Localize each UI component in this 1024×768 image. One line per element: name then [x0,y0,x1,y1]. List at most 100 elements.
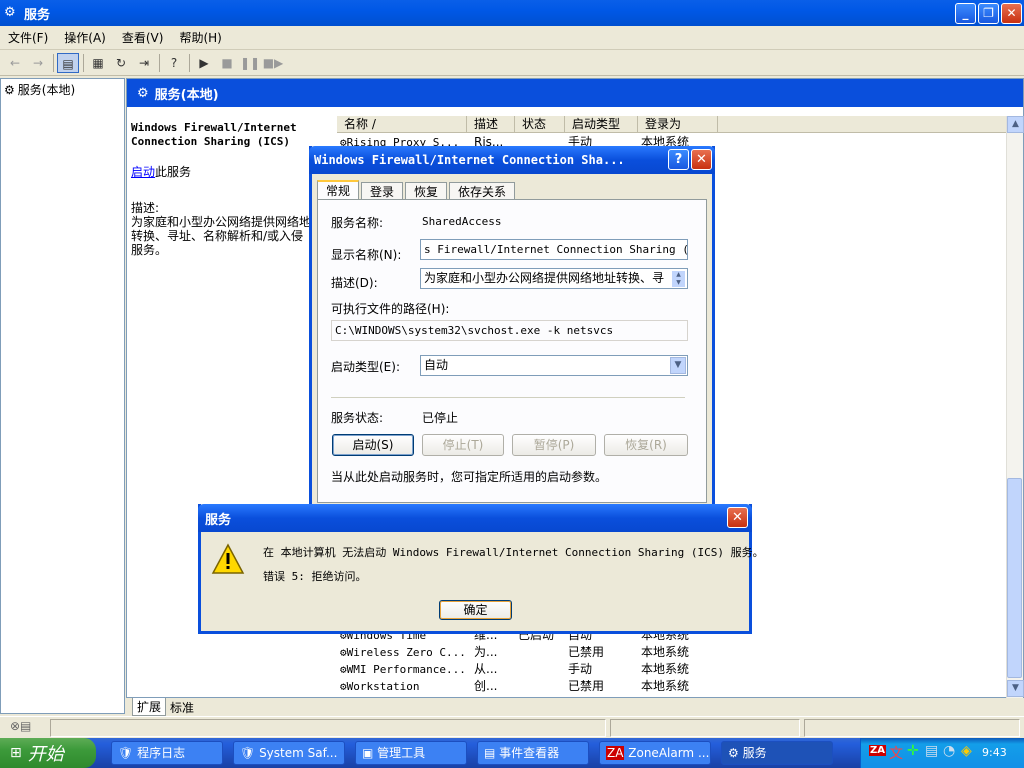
column-description[interactable]: 描述 [467,116,515,133]
console-tree-icon[interactable]: ▤ [57,52,79,73]
restore-button[interactable]: ❐ [978,3,999,24]
task-label: System Saf... [259,746,338,760]
export-icon[interactable]: ⇥ [133,53,155,73]
start-service-suffix: 此服务 [155,165,192,179]
path-field: C:\WINDOWS\system32\svchost.exe -k netsv… [331,320,688,341]
start-button[interactable]: ⊞ 开始 [0,738,96,768]
back-icon[interactable]: ← [4,53,26,73]
properties-titlebar[interactable]: Windows Firewall/Internet Connection Sha… [309,146,715,174]
properties-icon[interactable]: ▦ [87,53,109,73]
pane-header: ⚙ 服务(本地) [127,79,1023,107]
properties-tabs: 常规 登录 恢复 依存关系 [317,180,517,201]
forward-icon[interactable]: → [27,53,49,73]
restart-icon[interactable]: ■▶ [262,53,284,73]
table-row[interactable]: ⚙Wireless Zero C... 为... 已禁用 本地系统 [340,644,721,661]
status-cell [50,719,606,737]
ime-icon[interactable]: 文 [889,743,903,763]
column-logon[interactable]: 登录为 [638,116,718,133]
tab-extended[interactable]: 扩展 [132,698,167,716]
detail-title-line1: Windows Firewall/Internet [131,121,297,134]
row-desc: 为... [474,645,498,659]
menu-help[interactable]: 帮助(H) [171,29,229,46]
row-logon: 本地系统 [641,645,690,659]
startup-type-value: 自动 [424,358,449,372]
stop-button[interactable]: 停止(T) [422,434,504,456]
pane-header-title: 服务(本地) [154,87,219,103]
task-event-viewer[interactable]: ▤ 事件查看器 [477,741,589,765]
scroll-up-icon[interactable]: ▲ [1007,116,1024,133]
error-title: 服务 [205,512,232,528]
scroll-thumb[interactable] [1007,478,1022,678]
table-row[interactable]: ⚙Workstation 创... 已禁用 本地系统 [340,678,721,695]
error-line1: 在 本地计算机 无法启动 Windows Firewall/Internet C… [263,546,764,559]
refresh-icon[interactable]: ↻ [110,53,132,73]
startup-type-select[interactable]: 自动 [420,355,688,376]
tab-general[interactable]: 常规 [317,180,360,201]
chevron-down-icon[interactable]: ▼ [670,357,686,374]
service-status-label: 服务状态: [331,411,384,425]
list-header: 名称 / 描述 状态 启动类型 登录为 [337,116,1007,133]
gears-icon: ⚙Wireless Zero C... [340,646,466,659]
start-hint: 当从此处启动服务时，您可指定所适用的启动参数。 [331,470,608,484]
tab-standard[interactable]: 标准 [166,699,198,716]
scroll-down-icon[interactable]: ▼ [1007,680,1024,697]
detail-title-line2: Connection Sharing (ICS) [131,135,290,148]
column-status[interactable]: 状态 [515,116,565,133]
task-icon: 🛡 [118,746,138,760]
row-startup: 已禁用 [568,679,605,693]
zonealarm-icon[interactable]: ZA [869,745,886,756]
display-name-label: 显示名称(N): [331,248,402,262]
menu-action[interactable]: 操作(A) [56,29,114,46]
help-icon[interactable]: ? [163,53,185,73]
task-zonealarm[interactable]: ZA ZoneAlarm ... [599,741,711,765]
tree-item-services-local[interactable]: ⚙ 服务(本地) [4,81,75,98]
task-services[interactable]: ⚙ 服务 [721,741,833,765]
main-titlebar[interactable]: ⚙ 服务 [0,0,1024,26]
antivirus-icon[interactable]: ◈ [961,743,972,759]
start-button[interactable]: 启动(S) [332,434,414,456]
divider [331,397,685,398]
task-program-log[interactable]: 🛡 程序日志 [111,741,223,765]
startup-type-label: 启动类型(E): [331,360,400,374]
statusbar: ⊗▤ [0,716,1024,738]
table-row[interactable]: ⚙WMI Performance... 从... 手动 本地系统 [340,661,721,678]
ok-button[interactable]: 确定 [439,600,512,620]
toolbar: ← → ▤ ▦ ↻ ⇥ ? ▶ ■ ❚❚ ■▶ [0,50,1024,76]
close-icon[interactable]: ✕ [691,149,712,170]
resume-button[interactable]: 恢复(R) [604,434,688,456]
stop-icon[interactable]: ■ [216,53,238,73]
row-status [518,678,568,695]
security-icon[interactable]: ◔ [943,743,955,759]
pause-icon[interactable]: ❚❚ [239,53,261,73]
start-service-link[interactable]: 启动 [131,165,155,179]
help-icon[interactable]: ? [668,149,689,170]
task-icon: 🛡 [240,746,260,760]
gears-icon: ⚙ [137,85,149,101]
row-desc: 创... [474,679,498,693]
task-system-safety[interactable]: 🛡 System Saf... [233,741,345,765]
error-line2: 错误 5: 拒绝访问。 [263,570,367,583]
minimize-button[interactable]: _ [955,3,976,24]
error-titlebar[interactable]: 服务 [198,504,752,532]
zonealarm-icon: ZA [606,746,625,760]
monitor-icon[interactable]: ▤ [925,743,938,759]
description-field[interactable]: 为家庭和小型办公网络提供网络地址转换、寻 [420,268,688,289]
column-startup-type[interactable]: 启动类型 [565,116,638,133]
menu-file[interactable]: 文件(F) [0,29,56,46]
column-name[interactable]: 名称 / [337,116,467,133]
play-icon[interactable]: ▶ [193,53,215,73]
pause-button[interactable]: 暂停(P) [512,434,596,456]
status-cell [804,719,1020,737]
menu-view[interactable]: 查看(V) [114,29,172,46]
detail-desc-line: 为家庭和小型办公网络提供网络地 [131,215,312,229]
close-icon[interactable]: ✕ [727,507,748,528]
display-name-field[interactable]: s Firewall/Internet Connection Sharing (… [420,239,688,260]
close-button[interactable]: ✕ [1001,3,1022,24]
network-icon[interactable]: ✛ [907,743,919,759]
detail-desc-line: 服务。 [131,243,168,257]
row-startup: 已禁用 [568,645,605,659]
service-name-label: 服务名称: [331,216,384,230]
task-label: 管理工具 [377,746,426,760]
description-spin-icon[interactable]: ▲ ▼ [672,271,685,287]
task-admin-tools[interactable]: ▣ 管理工具 [355,741,467,765]
